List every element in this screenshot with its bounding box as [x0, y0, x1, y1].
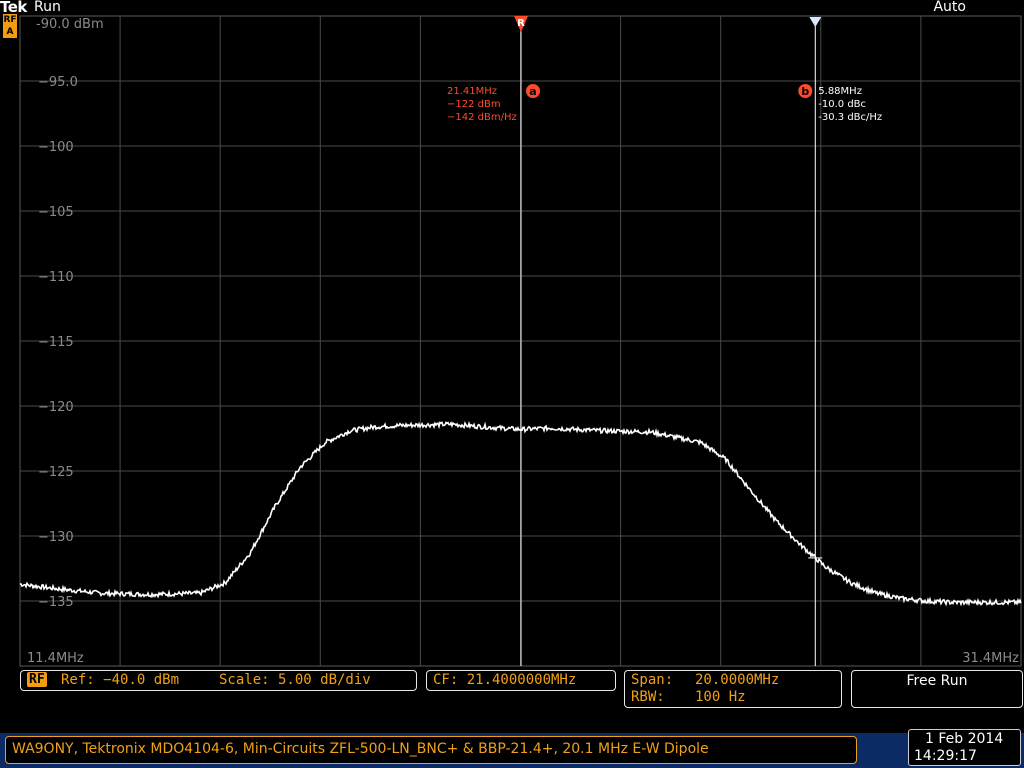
y-tick-label: −100 — [38, 140, 74, 155]
y-tick-label: −110 — [38, 270, 74, 285]
marker-b-letter: b — [801, 85, 809, 98]
y-tick-label: -90.0 dBm — [36, 17, 104, 32]
date: 1 Feb 2014 — [925, 731, 1004, 747]
ref-level: Ref: −40.0 dBm — [61, 672, 180, 688]
x-start-label: 11.4MHz — [27, 651, 84, 666]
marker-a-letter: a — [529, 85, 536, 98]
acquisition-mode: Free Run — [906, 673, 968, 689]
rbw-value: 100 Hz — [695, 689, 746, 705]
rf-label: RF — [27, 672, 47, 687]
span-label: Span: — [631, 672, 674, 688]
acquisition-mode-readout[interactable]: Free Run — [851, 670, 1023, 708]
marker-a-density: −142 dBm/Hz — [447, 112, 517, 123]
screen-caption: WA9ONY, Tektronix MDO4104-6, Min-Circuit… — [5, 736, 857, 764]
y-tick-label: −120 — [38, 400, 74, 415]
caption-text: WA9ONY, Tektronix MDO4104-6, Min-Circuit… — [12, 741, 709, 757]
ref-scale-readout[interactable]: RF Ref: −40.0 dBm Scale: 5.00 dB/div — [20, 670, 417, 691]
span-value: 20.0000MHz — [695, 672, 780, 688]
spectrum-plot[interactable]: -90.0 dBm −95.0 −100 −105 −110 −115 −120 −125 −1… — [0, 0, 1024, 668]
y-tick-label: −105 — [38, 205, 74, 220]
y-tick-label: −130 — [38, 530, 74, 545]
y-tick-label: −95.0 — [38, 75, 78, 90]
span-rbw-readout[interactable]: Span: 20.0000MHz RBW: 100 Hz — [624, 670, 842, 708]
reference-letter: R — [517, 18, 525, 29]
marker-b-power: -10.0 dBc — [818, 99, 866, 110]
y-tick-label: −125 — [38, 465, 74, 480]
date-time: 1 Feb 2014 14:29:17 — [908, 729, 1021, 766]
y-tick-label: −135 — [38, 595, 74, 610]
scale-value: Scale: 5.00 dB/div — [219, 672, 371, 688]
y-tick-label: −115 — [38, 335, 74, 350]
marker-a-frequency: 21.41MHz — [447, 86, 497, 97]
marker-a-power: −122 dBm — [447, 99, 501, 110]
marker-b-frequency: 5.88MHz — [818, 86, 862, 97]
x-end-label: 31.4MHz — [962, 651, 1019, 666]
time: 14:29:17 — [914, 748, 977, 764]
center-frequency: CF: 21.4000000MHz — [433, 672, 577, 688]
rbw-label: RBW: — [631, 689, 665, 705]
marker-b-density: -30.3 dBc/Hz — [818, 112, 882, 123]
center-frequency-readout[interactable]: CF: 21.4000000MHz — [426, 670, 616, 691]
